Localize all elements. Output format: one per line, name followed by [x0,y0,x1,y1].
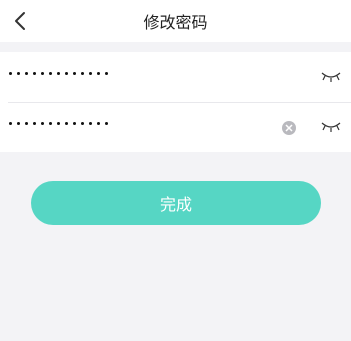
password-row-2 [0,102,351,152]
password-form [0,52,351,152]
clear-icon [285,124,293,132]
navigation-bar: 修改密码 [0,0,351,42]
clear-button[interactable] [282,121,296,135]
password-row-1 [0,52,351,102]
done-button[interactable]: 完成 [31,181,321,225]
eye-closed-icon[interactable] [320,69,342,83]
password-field-1[interactable] [9,72,113,75]
eye-closed-icon[interactable] [320,119,342,133]
page-title: 修改密码 [143,13,208,32]
password-field-2[interactable] [9,122,113,125]
